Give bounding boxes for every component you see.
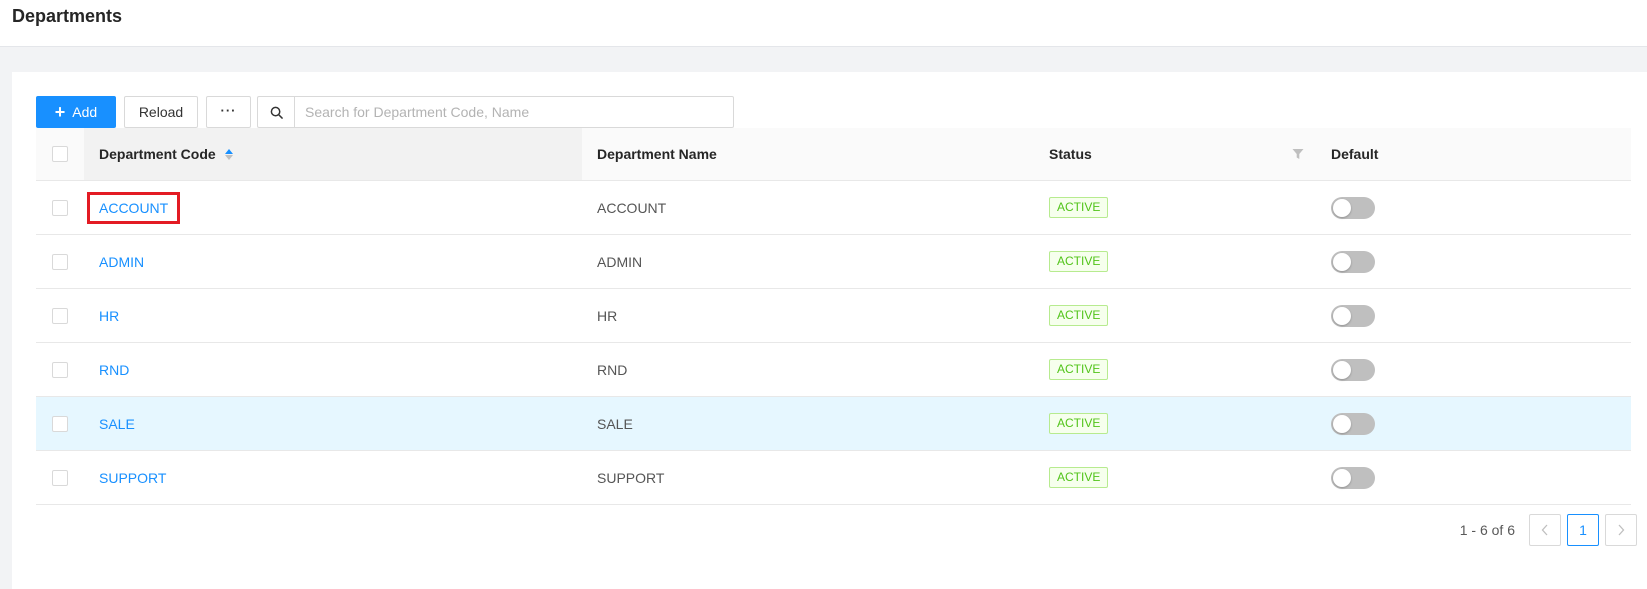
reload-button[interactable]: Reload xyxy=(124,96,198,128)
toolbar: + Add Reload ··· xyxy=(36,96,734,128)
status-badge: ACTIVE xyxy=(1049,359,1109,380)
department-name: SUPPORT xyxy=(597,469,665,486)
sort-ascending-icon xyxy=(224,148,233,154)
toggle-knob xyxy=(1333,360,1351,379)
select-all-checkbox[interactable] xyxy=(52,146,68,162)
toggle-knob xyxy=(1333,252,1351,271)
table-row: RND RND ACTIVE xyxy=(36,343,1631,397)
department-name: SALE xyxy=(597,415,633,432)
status-badge: ACTIVE xyxy=(1049,413,1109,434)
page-header: Departments xyxy=(0,0,1647,47)
add-button-label: Add xyxy=(72,104,98,120)
status-badge: ACTIVE xyxy=(1049,305,1109,326)
content-panel: + Add Reload ··· Department Code xyxy=(12,72,1647,589)
status-badge: ACTIVE xyxy=(1049,467,1109,488)
page-number-button[interactable]: 1 xyxy=(1567,514,1599,546)
filter-icon[interactable] xyxy=(1292,148,1304,160)
column-label-status: Status xyxy=(1049,146,1092,162)
column-header-status: Status xyxy=(1034,128,1316,180)
column-header-department-code[interactable]: Department Code xyxy=(84,128,582,180)
status-badge: ACTIVE xyxy=(1049,251,1109,272)
default-toggle[interactable] xyxy=(1331,250,1375,273)
table-header: Department Code Department Name Status D… xyxy=(36,128,1631,181)
toggle-knob xyxy=(1333,414,1351,433)
departments-table: Department Code Department Name Status D… xyxy=(36,128,1631,505)
table-row: ADMIN ADMIN ACTIVE xyxy=(36,235,1631,289)
table-row: ACCOUNT ACCOUNT ACTIVE xyxy=(36,181,1631,235)
row-checkbox[interactable] xyxy=(52,307,68,324)
next-page-button[interactable] xyxy=(1605,514,1637,546)
search-button[interactable] xyxy=(257,96,294,128)
department-name: ADMIN xyxy=(597,253,643,270)
sort-descending-icon xyxy=(224,154,233,160)
toggle-knob xyxy=(1333,198,1351,217)
page-title: Departments xyxy=(12,6,123,26)
search-group xyxy=(257,96,734,128)
search-input[interactable] xyxy=(294,96,734,128)
status-badge: ACTIVE xyxy=(1049,197,1109,218)
pagination: 1 - 6 of 6 1 xyxy=(1460,514,1637,546)
more-options-button[interactable]: ··· xyxy=(206,96,251,128)
default-toggle[interactable] xyxy=(1331,412,1375,435)
toggle-knob xyxy=(1333,468,1351,487)
default-toggle[interactable] xyxy=(1331,466,1375,489)
row-checkbox[interactable] xyxy=(52,199,68,216)
department-code-link[interactable]: RND xyxy=(99,362,129,378)
prev-page-button[interactable] xyxy=(1529,514,1561,546)
department-name: ACCOUNT xyxy=(597,199,667,216)
department-code-link[interactable]: HR xyxy=(99,308,119,324)
row-checkbox[interactable] xyxy=(52,415,68,432)
search-icon xyxy=(270,106,283,119)
default-toggle[interactable] xyxy=(1331,196,1375,219)
column-label-default: Default xyxy=(1331,146,1379,162)
department-code-link[interactable]: ADMIN xyxy=(99,254,144,270)
sort-icon[interactable] xyxy=(224,148,233,160)
chevron-right-icon xyxy=(1618,524,1625,536)
table-row: HR HR ACTIVE xyxy=(36,289,1631,343)
chevron-left-icon xyxy=(1541,524,1548,536)
department-code-link[interactable]: ACCOUNT xyxy=(87,191,181,224)
select-all-cell xyxy=(36,128,84,180)
plus-icon: + xyxy=(54,102,66,122)
default-toggle[interactable] xyxy=(1331,358,1375,381)
department-name: RND xyxy=(597,361,628,378)
column-label-department-code: Department Code xyxy=(99,146,216,162)
department-name: HR xyxy=(597,307,618,324)
table-row: SALE SALE ACTIVE xyxy=(36,397,1631,451)
department-code-link[interactable]: SUPPORT xyxy=(99,470,166,486)
add-button[interactable]: + Add xyxy=(36,96,116,128)
row-checkbox[interactable] xyxy=(52,253,68,270)
department-code-link[interactable]: SALE xyxy=(99,416,135,432)
row-checkbox[interactable] xyxy=(52,361,68,378)
column-header-default: Default xyxy=(1316,128,1631,180)
pagination-info: 1 - 6 of 6 xyxy=(1459,522,1515,538)
toggle-knob xyxy=(1333,306,1351,325)
default-toggle[interactable] xyxy=(1331,304,1375,327)
column-label-department-name: Department Name xyxy=(597,146,717,162)
row-checkbox[interactable] xyxy=(52,469,68,486)
table-row: SUPPORT SUPPORT ACTIVE xyxy=(36,451,1631,505)
column-header-department-name: Department Name xyxy=(582,128,1034,180)
